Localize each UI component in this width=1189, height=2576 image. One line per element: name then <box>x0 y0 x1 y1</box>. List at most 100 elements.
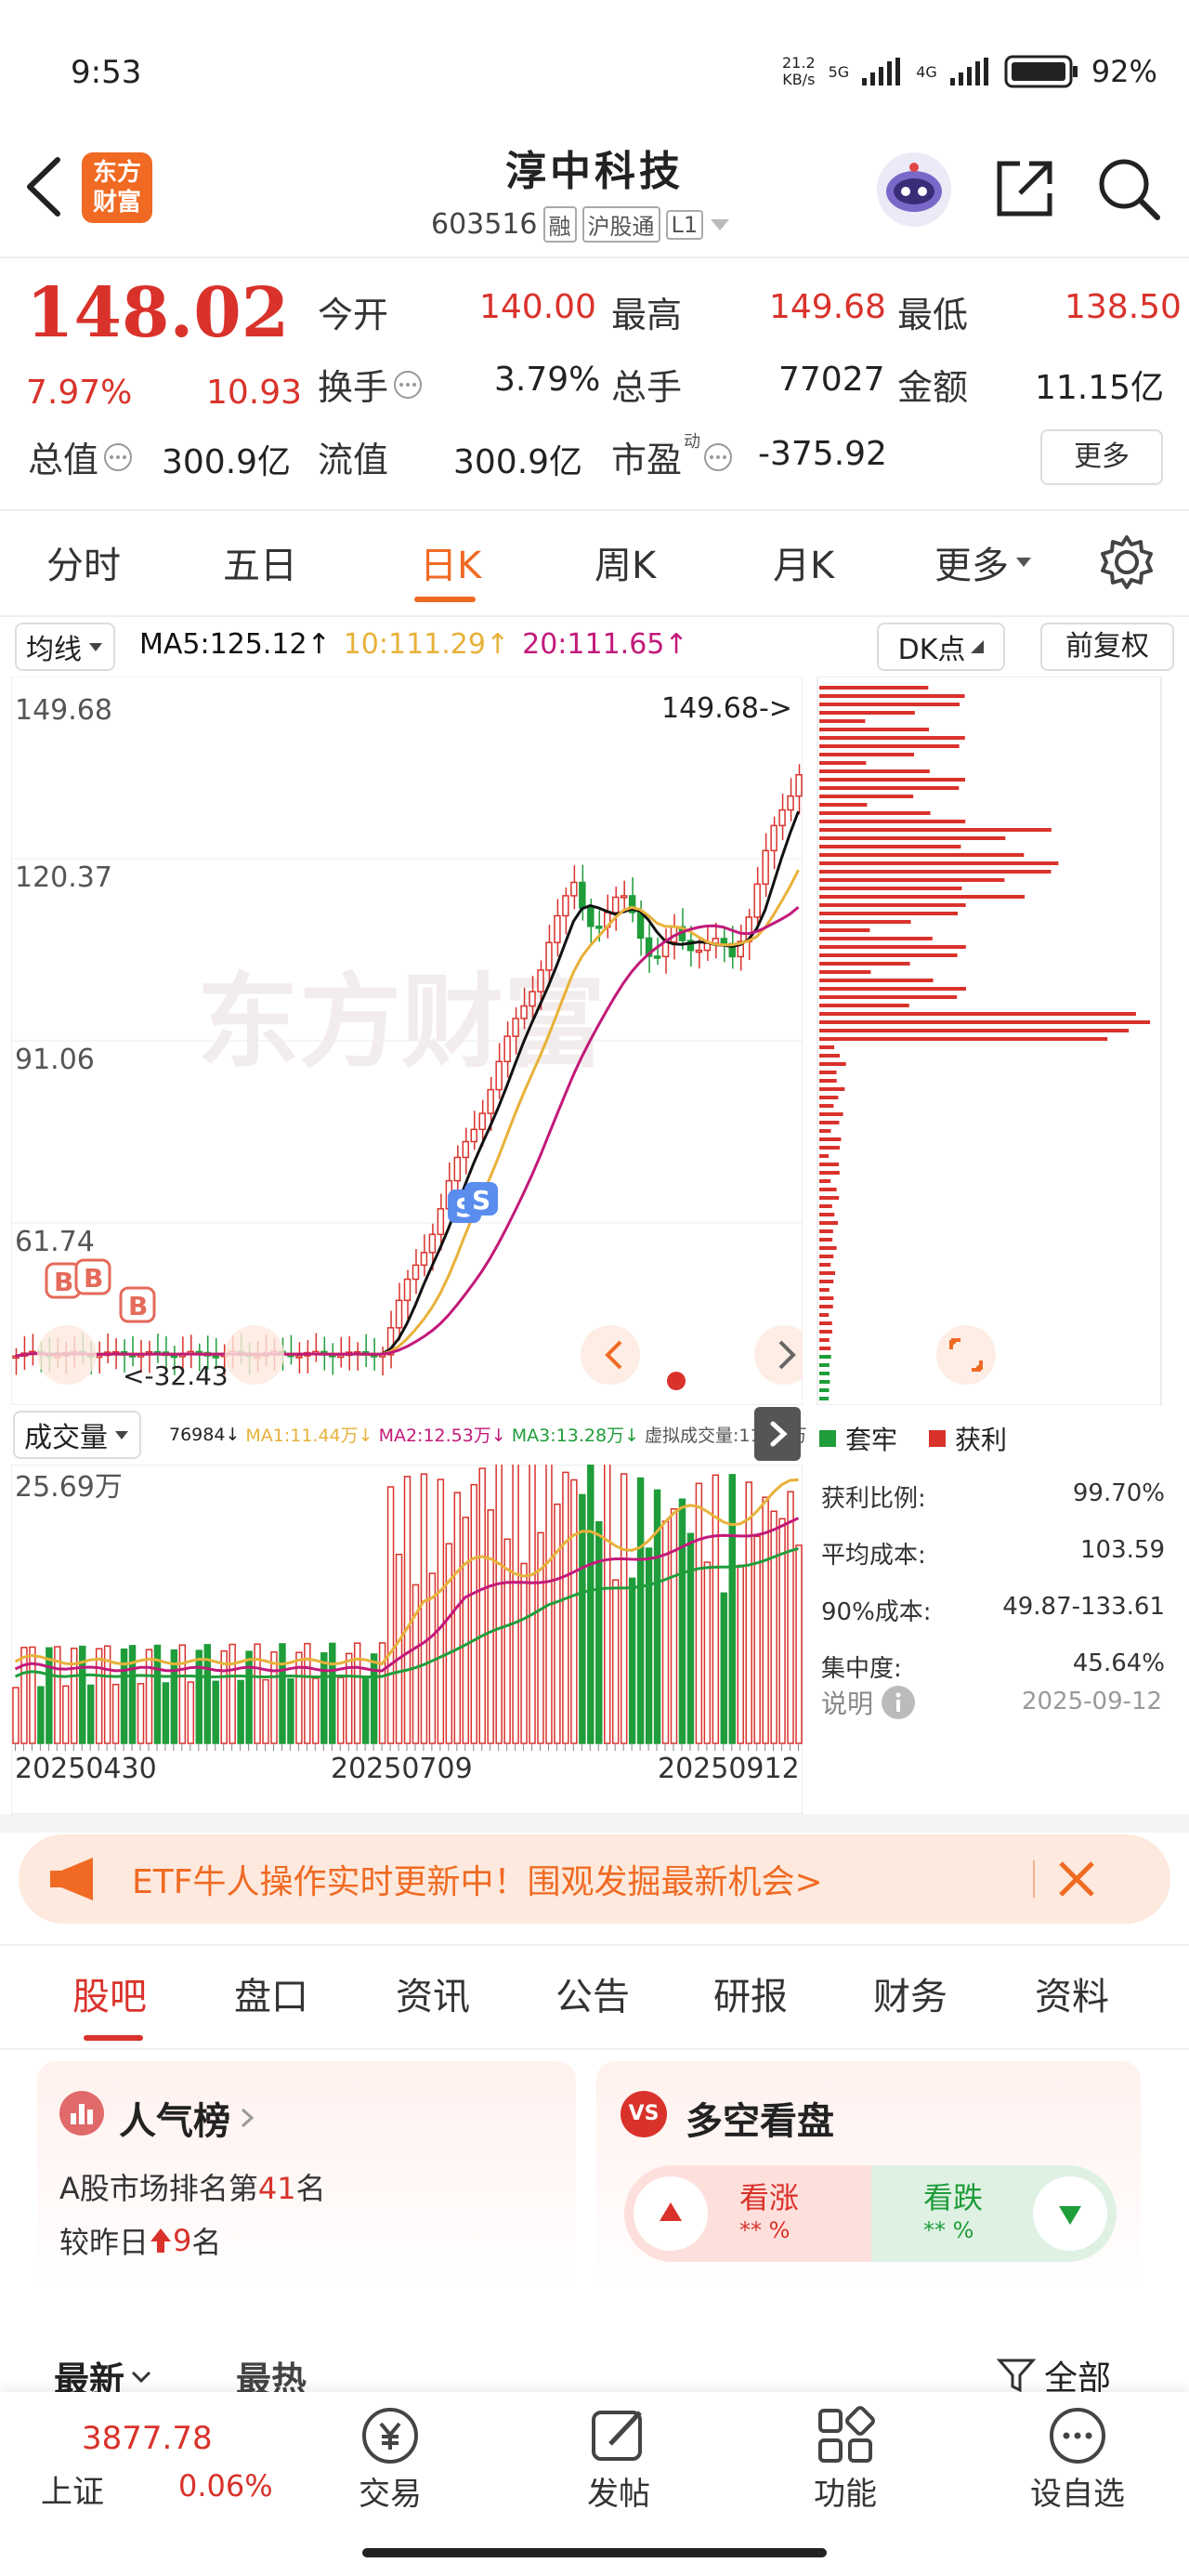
volume-bar <box>12 1687 20 1744</box>
tab-research[interactable]: 研报 <box>713 1966 788 2020</box>
ai-assistant-button[interactable] <box>877 152 951 227</box>
edit-icon <box>592 2411 642 2461</box>
volume-bar <box>703 1561 712 1744</box>
volume-bar <box>636 1477 645 1744</box>
amount-label: 金额 <box>897 367 969 408</box>
chip-bar <box>819 711 915 715</box>
chip-bar <box>819 1296 834 1300</box>
profit-swatch <box>929 1430 947 1447</box>
tab-daily-k[interactable]: 日K <box>420 535 481 589</box>
volume-bar <box>470 1483 477 1744</box>
candle-body <box>503 1035 511 1063</box>
tab-forum[interactable]: 股吧 <box>72 1966 147 2020</box>
chip-bar <box>819 1104 834 1108</box>
nav-add-watchlist[interactable]: 设自选 <box>1013 2403 1143 2514</box>
volume-bar <box>370 1653 378 1744</box>
chip-distribution-chart <box>817 677 1162 1405</box>
chip-bar <box>819 686 929 690</box>
volume-bar <box>453 1492 462 1744</box>
change-amount: 10.93 <box>206 374 303 412</box>
turnover-label-row[interactable]: 换手 <box>318 359 424 410</box>
trapped-swatch <box>819 1430 836 1447</box>
close-icon[interactable] <box>1055 1858 1098 1900</box>
promo-banner[interactable]: ETF牛人操作实时更新中！围观发掘最新机会> <box>19 1834 1170 1924</box>
level-badge[interactable]: L1 <box>665 209 704 240</box>
date-start: 20250430 <box>15 1753 157 1785</box>
dk-point-button[interactable]: DK点 <box>877 623 1005 671</box>
tab-finance[interactable]: 财务 <box>873 1966 947 2020</box>
chip-bar <box>819 995 958 999</box>
info-dots-icon <box>394 370 423 399</box>
ma-selector[interactable]: 均线 <box>15 623 115 671</box>
volume-bar <box>487 1509 494 1744</box>
volume-bar <box>46 1647 53 1744</box>
nav-post[interactable]: 发帖 <box>572 2403 665 2514</box>
float-label: 流值 <box>318 440 389 480</box>
low-label: 最低 <box>897 295 969 335</box>
volume-bar <box>462 1517 470 1744</box>
candle-body <box>720 938 728 945</box>
candle-body <box>537 969 544 992</box>
volume-bar <box>137 1683 145 1744</box>
change-percent: 7.97% <box>26 374 133 412</box>
bear-vote-button[interactable]: 看跌 ** % <box>871 2165 1117 2262</box>
volume-bar <box>495 1465 503 1744</box>
nav-trade[interactable]: 交易 <box>344 2403 437 2514</box>
popularity-card[interactable]: 人气榜 A股市场排名第41名 较昨日 9名 <box>37 2061 576 2293</box>
chip-bar <box>819 1255 834 1258</box>
chip-bar <box>819 1154 830 1158</box>
search-button[interactable] <box>1096 156 1161 225</box>
tab-announcements[interactable]: 公告 <box>555 1966 630 2020</box>
chart-settings-button[interactable] <box>1098 533 1156 595</box>
collapse-panel-button[interactable] <box>754 1407 801 1461</box>
share-button[interactable] <box>992 156 1057 225</box>
bull-vote-button[interactable]: 看涨 ** % <box>624 2165 875 2262</box>
chip-stat-row: 集中度: 45.64% <box>821 1649 1165 1683</box>
chip-stat-row: 获利比例: 99.70% <box>821 1479 1165 1513</box>
chip-note-label: 说明 <box>821 1689 874 1719</box>
tab-news[interactable]: 资讯 <box>396 1966 470 2020</box>
chip-bar <box>819 803 868 807</box>
battery-percent: 92% <box>1091 54 1157 89</box>
adjust-button[interactable]: 前复权 <box>1040 623 1174 671</box>
nav-functions[interactable]: 功能 <box>799 2403 892 2514</box>
buy-marker-label: B <box>54 1267 73 1297</box>
mcap-label-row[interactable]: 总值 <box>28 431 134 482</box>
chip-note-button[interactable]: 说明 <box>821 1684 916 1721</box>
chip-bar <box>819 1280 834 1283</box>
pe-label-row[interactable]: 市盈 动 <box>611 431 734 482</box>
buy-marker-label: B <box>84 1263 103 1294</box>
index-ticker[interactable]: 3877.78 上证 0.06% <box>0 2392 279 2531</box>
chip-bar <box>819 811 931 815</box>
tab-monthly-k[interactable]: 月K <box>773 535 834 589</box>
volume-selector-label: 成交量 <box>24 1422 108 1454</box>
chip-bar <box>819 928 870 932</box>
chip-bar <box>819 1045 835 1049</box>
bear-label: 看跌 <box>923 2180 984 2215</box>
y-axis-label: 149.68 <box>15 694 112 727</box>
chip-bar <box>819 694 965 698</box>
tab-weekly-k[interactable]: 周K <box>594 535 656 589</box>
volume-selector[interactable]: 成交量 <box>13 1411 141 1459</box>
chip-bar <box>819 1238 833 1242</box>
nav-add-watchlist-label: 设自选 <box>1030 2476 1125 2513</box>
tab-more[interactable]: 更多 <box>934 535 1033 589</box>
kline-chart[interactable]: 东方财富 149.68 120.37 91.06 61.74 149.68-> <-32.4… <box>11 677 803 1405</box>
volume-bar <box>237 1679 244 1744</box>
chip-bar <box>819 1062 846 1066</box>
volume-bar <box>86 1684 95 1744</box>
tab-orderbook[interactable]: 盘口 <box>234 1966 308 2020</box>
chip-bar <box>819 887 962 890</box>
level-dropdown-icon[interactable] <box>709 217 731 232</box>
tab-profile[interactable]: 资料 <box>1035 1966 1109 2020</box>
volume-bar <box>537 1531 544 1744</box>
candle-body <box>428 1233 437 1254</box>
more-quote-button[interactable]: 更多 <box>1040 429 1163 485</box>
tab-intraday[interactable]: 分时 <box>46 535 121 589</box>
trapped-legend: 套牢 <box>845 1425 898 1455</box>
bull-value: ** % <box>739 2217 790 2243</box>
chip-bar <box>819 1163 840 1166</box>
volume-bar <box>604 1465 611 1744</box>
tab-five-day[interactable]: 五日 <box>223 535 297 589</box>
chip-bar <box>819 970 871 974</box>
